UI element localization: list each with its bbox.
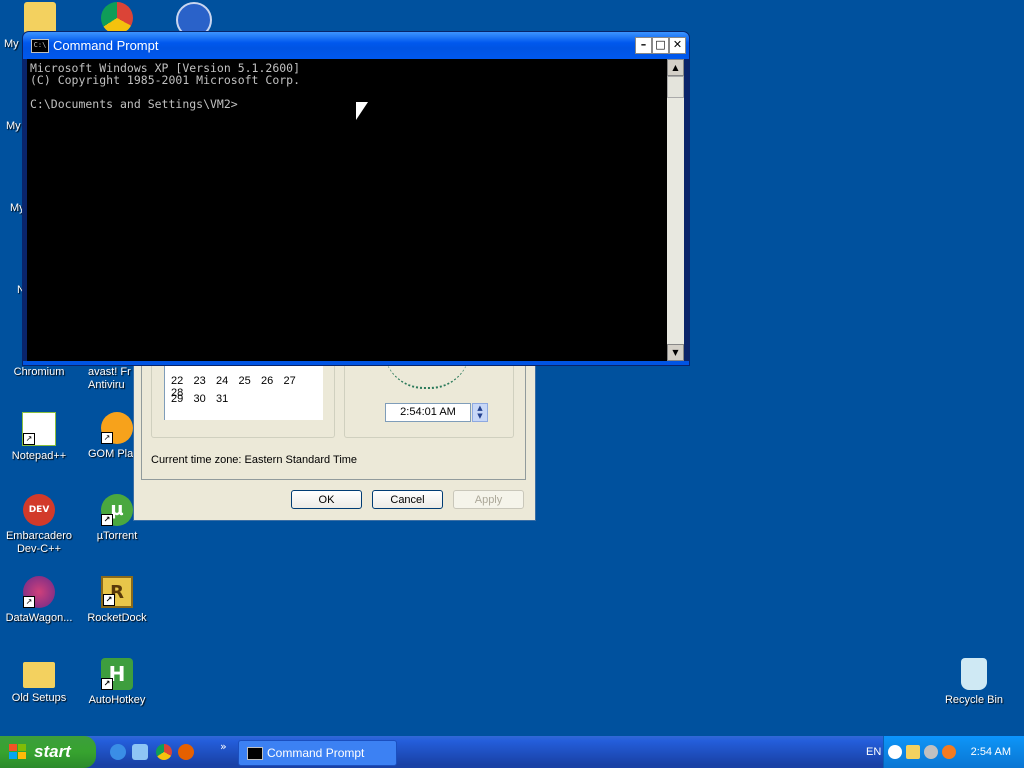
ie-settings-icon[interactable]: [132, 744, 148, 760]
recycle-bin-icon: [961, 658, 987, 690]
rocketdock-icon: R ↗: [101, 576, 133, 608]
date-time-dialog: 22 23 24 25 26 2728 29 30 31 2:54:01 AM ▲ ▼ Cur…: [133, 355, 536, 521]
window-border: [23, 361, 689, 365]
desktop-icon-datawagon[interactable]: ↗ DataWagon...: [0, 576, 78, 625]
gom-player-icon: ↗: [101, 412, 133, 444]
cancel-button[interactable]: Cancel: [372, 490, 443, 509]
console-output: Microsoft Windows XP [Version 5.1.2600] …: [30, 62, 300, 110]
autohotkey-icon: H ↗: [101, 658, 133, 690]
console-area[interactable]: Microsoft Windows XP [Version 5.1.2600] …: [27, 59, 667, 361]
shortcut-arrow-icon: ↗: [101, 678, 113, 690]
shortcut-arrow-icon: ↗: [23, 596, 35, 608]
tray-avast-icon[interactable]: [942, 745, 956, 759]
apply-button[interactable]: Apply: [453, 490, 524, 509]
scroll-down-icon[interactable]: ▼: [667, 344, 684, 361]
quicklaunch-more-icon[interactable]: »: [220, 740, 227, 753]
scroll-up-icon[interactable]: ▲: [667, 59, 684, 76]
desktop-icon-recycle-bin[interactable]: Recycle Bin: [935, 658, 1013, 707]
window-title: Command Prompt: [53, 38, 159, 53]
console-icon: [247, 747, 263, 760]
internet-explorer-icon[interactable]: [110, 744, 126, 760]
system-tray: 2:54 AM: [883, 736, 1024, 768]
tray-arrow-icon[interactable]: [888, 745, 902, 759]
mouse-cursor-icon: [356, 102, 368, 120]
start-button[interactable]: start: [0, 736, 96, 768]
console-icon[interactable]: C:\: [31, 39, 49, 53]
devcpp-icon: DEV: [23, 494, 55, 526]
shortcut-arrow-icon: ↗: [103, 594, 115, 606]
clock[interactable]: 2:54 AM: [971, 736, 1011, 768]
scroll-thumb[interactable]: [667, 76, 684, 98]
desktop-icon-rocketdock[interactable]: R ↗ RocketDock: [78, 576, 156, 625]
taskbar: start » Command Prompt EN 2:54 AM: [0, 736, 1024, 768]
tray-network-icon[interactable]: [924, 745, 938, 759]
desktop-icon-devcpp[interactable]: DEV Embarcadero Dev-C++: [0, 494, 78, 556]
maximize-button[interactable]: □: [652, 37, 669, 54]
vertical-scrollbar[interactable]: ▲ ▼: [667, 59, 684, 361]
console-prompt: C:\Documents and Settings\VM2>: [30, 97, 238, 111]
start-label: start: [34, 742, 71, 761]
title-bar[interactable]: C:\ Command Prompt – □ ✕: [23, 32, 689, 59]
utorrent-icon: µ ↗: [101, 494, 133, 526]
minimize-button[interactable]: –: [635, 37, 652, 54]
close-button[interactable]: ✕: [669, 37, 686, 54]
shortcut-arrow-icon: ↗: [101, 432, 113, 444]
desktop-icon-notepadpp[interactable]: ↗ Notepad++: [0, 412, 78, 463]
desktop-icon-autohotkey[interactable]: H ↗ AutoHotkey: [78, 658, 156, 707]
folder-icon: [24, 2, 56, 34]
timezone-label: Current time zone: Eastern Standard Time: [151, 454, 358, 466]
ok-button[interactable]: OK: [291, 490, 362, 509]
language-indicator[interactable]: EN: [866, 736, 881, 768]
desktop-icon-chromium[interactable]: Chromium: [0, 366, 78, 379]
desktop: My My My N Chromium avast! Fr Antiviru ↗…: [0, 0, 1024, 736]
folder-icon: [23, 662, 55, 688]
windows-flag-icon: [9, 744, 26, 759]
firefox-icon[interactable]: [178, 744, 194, 760]
tray-folder-icon[interactable]: [906, 745, 920, 759]
chrome-icon[interactable]: [156, 744, 172, 760]
console-line: (C) Copyright 1985-2001 Microsoft Corp.: [30, 73, 301, 87]
datawagon-icon: ↗: [23, 576, 55, 608]
command-prompt-window[interactable]: C:\ Command Prompt – □ ✕ Microsoft Windo…: [22, 31, 690, 366]
desktop-icon-old-setups[interactable]: Old Setups: [0, 658, 78, 705]
taskbar-item-command-prompt[interactable]: Command Prompt: [238, 740, 397, 766]
notepad-plus-plus-icon: ↗: [22, 412, 56, 446]
chrome-icon: [101, 2, 133, 34]
shortcut-arrow-icon: ↗: [101, 514, 113, 526]
taskbar-item-label: Command Prompt: [267, 746, 365, 760]
shortcut-arrow-icon: ↗: [23, 433, 35, 445]
